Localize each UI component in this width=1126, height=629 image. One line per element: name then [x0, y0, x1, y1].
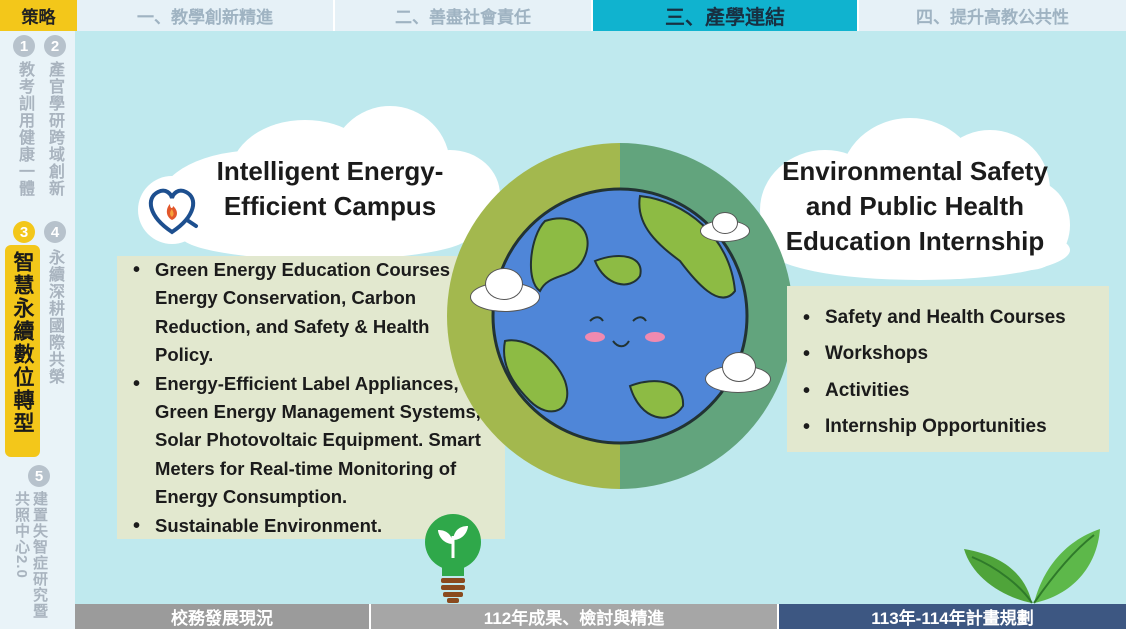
leaves-icon: [962, 527, 1102, 605]
earth-globe-icon: [445, 141, 795, 491]
tab-industry-academia[interactable]: 三、產學連結: [593, 0, 859, 31]
tab-social-responsibility[interactable]: 二、善盡社會責任: [335, 0, 593, 31]
sidebar-item-2-label[interactable]: 產官學研跨域創新: [44, 61, 64, 197]
sidebar-item-5-label[interactable]: 建置失智症研究暨共照中心2.0: [12, 491, 48, 629]
sidebar-number-4[interactable]: 4: [44, 221, 66, 243]
bottom-nav-113-114-plan[interactable]: 113年-114年計畫規劃: [779, 604, 1126, 629]
tab-teaching-innovation[interactable]: 一、教學創新精進: [77, 0, 335, 31]
sidebar-item-4-label[interactable]: 永續深耕國際共榮: [44, 249, 64, 385]
sidebar-number-1[interactable]: 1: [13, 35, 35, 57]
sidebar-number-3[interactable]: 3: [13, 221, 35, 243]
lightbulb-sprout-icon: [422, 512, 484, 604]
left-title-line-2: Efficient Campus: [223, 191, 437, 221]
strategy-sidebar: 1 2 教考訓用健康一體 產官學研跨域創新 3 4 智慧永續數位轉型 永續深耕國…: [0, 31, 75, 629]
left-section-title: Intelligent Energy- Efficient Campus: [200, 154, 460, 224]
sidebar-number-2[interactable]: 2: [44, 35, 66, 57]
right-bullet-3: Activities: [787, 373, 1066, 410]
right-bullet-list: Safety and Health Courses Workshops Acti…: [787, 300, 1066, 446]
right-title-line-3: Education Internship: [785, 226, 1045, 256]
strategy-label: 策略: [0, 0, 77, 31]
left-bullet-1: Green Energy Education Courses on Energy…: [117, 256, 481, 370]
bottom-nav-112-results[interactable]: 112年成果、檢討與精進: [371, 604, 779, 629]
right-bullet-2: Workshops: [787, 336, 1066, 373]
right-section-title: Environmental Safety and Public Health E…: [760, 154, 1070, 259]
left-bullet-list: Green Energy Education Courses on Energy…: [117, 256, 481, 540]
right-bullet-4: Internship Opportunities: [787, 409, 1066, 446]
sidebar-item-1-label[interactable]: 教考訓用健康一體: [14, 61, 34, 197]
right-bullet-panel: Safety and Health Courses Workshops Acti…: [787, 286, 1109, 452]
right-bullet-1: Safety and Health Courses: [787, 300, 1066, 337]
bottom-nav: 校務發展現況 112年成果、檢討與精進 113年-114年計畫規劃: [75, 604, 1126, 629]
right-title-line-2: and Public Health: [805, 191, 1025, 221]
left-bullet-2: Energy-Efficient Label Appliances, Green…: [117, 370, 481, 512]
sidebar-item-3-label[interactable]: 智慧永續數位轉型: [8, 251, 36, 435]
left-title-line-1: Intelligent Energy-: [216, 156, 444, 186]
heart-plug-flame-icon: [138, 176, 206, 244]
bottom-nav-development-status[interactable]: 校務發展現況: [75, 604, 371, 629]
top-nav: 策略 一、教學創新精進 二、善盡社會責任 三、產學連結 四、提升高教公共性: [0, 0, 1126, 31]
tab-public-higher-education[interactable]: 四、提升高教公共性: [859, 0, 1126, 31]
right-title-line-1: Environmental Safety: [782, 156, 1048, 186]
sidebar-number-5[interactable]: 5: [28, 465, 50, 487]
